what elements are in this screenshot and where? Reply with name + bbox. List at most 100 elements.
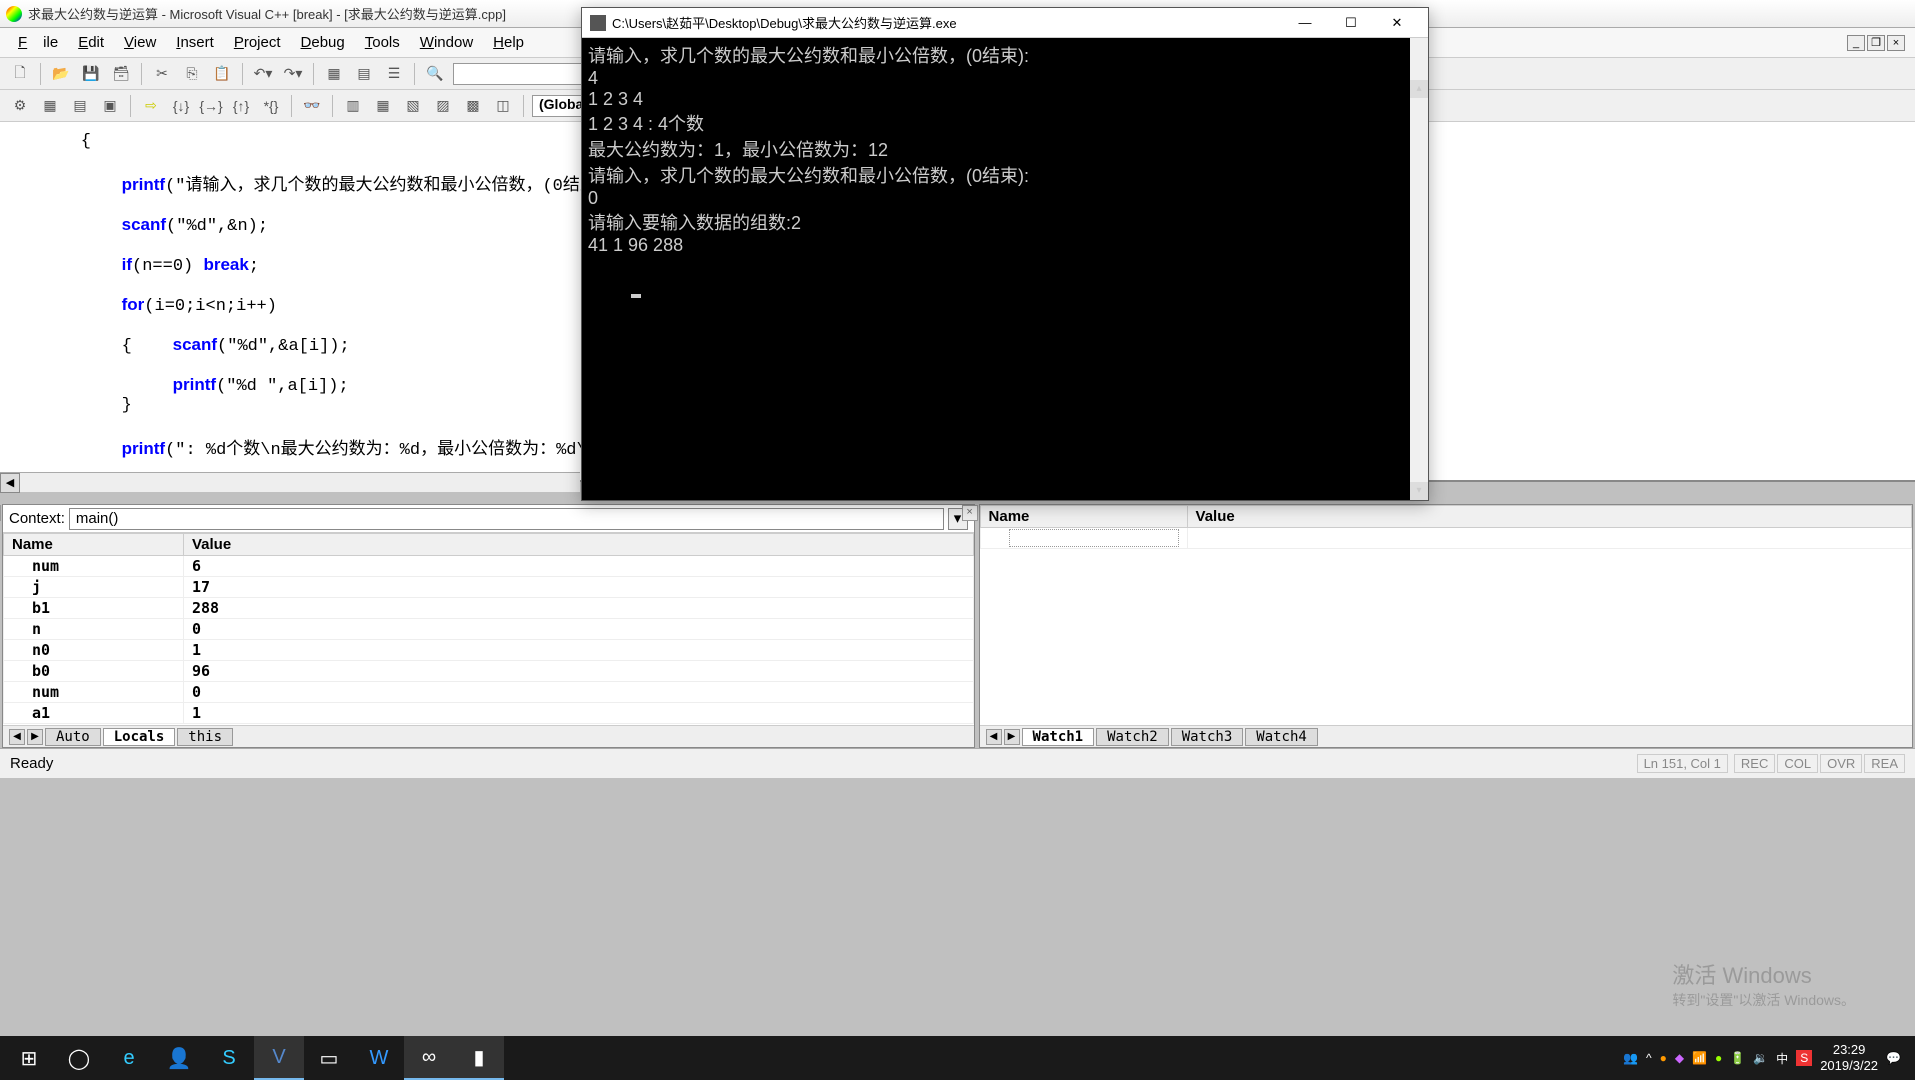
taskbar-app-console[interactable]: ▮ (454, 1036, 504, 1080)
table-row[interactable]: b1288 (4, 598, 974, 619)
ime-indicator[interactable]: 中 (1776, 1050, 1788, 1067)
system-tray[interactable]: 👥 ^ ● ◆ 📶 ● 🔋 🔉 中 S 23:29 2019/3/22 💬 (1623, 1042, 1911, 1073)
tab-nav-right-icon[interactable]: ▶ (1004, 729, 1020, 745)
table-row[interactable]: num0 (4, 682, 974, 703)
start-button[interactable]: ⊞ (4, 1036, 54, 1080)
window-list-icon[interactable]: ☰ (382, 62, 406, 86)
tab-this[interactable]: this (177, 728, 233, 746)
mdi-minimize-button[interactable]: _ (1847, 35, 1865, 51)
redo-icon[interactable]: ↷▾ (281, 62, 305, 86)
callstack-window-icon[interactable]: ▩ (461, 94, 485, 118)
mdi-close-button[interactable]: × (1887, 35, 1905, 51)
table-row[interactable]: j17 (4, 577, 974, 598)
taskbar[interactable]: ⊞ ◯ e 👤 S V ▭ W ∞ ▮ 👥 ^ ● ◆ 📶 ● 🔋 🔉 中 S … (0, 1036, 1915, 1080)
menu-tools[interactable]: Tools (357, 31, 408, 54)
table-row[interactable]: num6 (4, 556, 974, 577)
tray-caret-icon[interactable]: ^ (1646, 1051, 1652, 1065)
new-file-icon[interactable]: 🗋 (8, 62, 32, 86)
step-over-icon[interactable]: {→} (199, 94, 223, 118)
disassembly-window-icon[interactable]: ◫ (491, 94, 515, 118)
clock[interactable]: 23:29 2019/3/22 (1820, 1042, 1878, 1073)
output-icon[interactable]: ▤ (352, 62, 376, 86)
tab-watch4[interactable]: Watch4 (1245, 728, 1318, 746)
workspace-icon[interactable]: ▦ (322, 62, 346, 86)
open-icon[interactable]: 📂 (49, 62, 73, 86)
menu-file[interactable]: File (10, 31, 66, 54)
table-row[interactable]: a11 (4, 703, 974, 724)
tab-watch1[interactable]: Watch1 (1022, 728, 1095, 746)
table-row[interactable]: n01 (4, 640, 974, 661)
panel-close-icon[interactable]: × (962, 505, 978, 521)
watch-window-icon[interactable]: ▥ (341, 94, 365, 118)
tab-watch3[interactable]: Watch3 (1171, 728, 1244, 746)
console-window[interactable]: C:\Users\赵茹平\Desktop\Debug\求最大公约数与逆运算.ex… (581, 7, 1429, 501)
tab-locals[interactable]: Locals (103, 728, 176, 746)
memory-window-icon[interactable]: ▨ (431, 94, 455, 118)
console-maximize-button[interactable]: ☐ (1328, 9, 1374, 37)
tab-nav-left-icon[interactable]: ◀ (9, 729, 25, 745)
undo-icon[interactable]: ↶▾ (251, 62, 275, 86)
menu-view[interactable]: View (116, 31, 164, 54)
volume-icon[interactable]: 🔉 (1753, 1051, 1768, 1065)
menu-insert[interactable]: Insert (168, 31, 222, 54)
console-minimize-button[interactable]: — (1282, 9, 1328, 37)
people-icon[interactable]: 👥 (1623, 1051, 1638, 1065)
menu-window[interactable]: Window (412, 31, 481, 54)
cortana-icon[interactable]: ◯ (54, 1036, 104, 1080)
taskbar-app-browser[interactable]: S (204, 1036, 254, 1080)
variables-table[interactable]: NameValue num6j17b1288n0n01b096num0a11 (3, 533, 974, 725)
tray-icon-1[interactable]: ● (1660, 1051, 1667, 1065)
build-icon[interactable]: ▦ (38, 94, 62, 118)
step-out-icon[interactable]: {↑} (229, 94, 253, 118)
notifications-icon[interactable]: 💬 (1886, 1051, 1901, 1065)
ie-icon[interactable]: e (104, 1036, 154, 1080)
variables-window-icon[interactable]: ▦ (371, 94, 395, 118)
quickwatch-icon[interactable]: 👓 (300, 94, 324, 118)
taskbar-app-wps[interactable]: W (354, 1036, 404, 1080)
execute-icon[interactable]: ▣ (98, 94, 122, 118)
tab-nav-right-icon[interactable]: ▶ (27, 729, 43, 745)
tray-icon-3[interactable]: ● (1715, 1051, 1722, 1065)
console-titlebar[interactable]: C:\Users\赵茹平\Desktop\Debug\求最大公约数与逆运算.ex… (582, 8, 1428, 38)
editor-hscroll[interactable]: ◀ (0, 472, 580, 492)
table-row[interactable]: n0 (4, 619, 974, 640)
paste-icon[interactable]: 📋 (210, 62, 234, 86)
battery-icon[interactable]: 🔋 (1730, 1051, 1745, 1065)
tab-auto[interactable]: Auto (45, 728, 101, 746)
watch-entry-input[interactable] (1009, 529, 1179, 547)
scroll-left-icon[interactable]: ◀ (0, 473, 20, 493)
scroll-down-icon[interactable]: ▾ (1410, 482, 1428, 500)
menu-edit[interactable]: Edit (70, 31, 112, 54)
tray-icon-2[interactable]: ◆ (1675, 1051, 1684, 1065)
panel-close-icon[interactable]: × (0, 505, 1, 521)
ime-icon[interactable]: S (1796, 1050, 1812, 1066)
run-to-cursor-icon[interactable]: *{} (259, 94, 283, 118)
console-output[interactable]: 请输入，求几个数的最大公约数和最小公倍数，(0结束): 4 1 2 3 4 1 … (582, 38, 1428, 500)
console-vscroll[interactable]: ▴ ▾ (1410, 38, 1428, 500)
copy-icon[interactable]: ⎘ (180, 62, 204, 86)
save-all-icon[interactable]: 🗃 (109, 62, 133, 86)
registers-window-icon[interactable]: ▧ (401, 94, 425, 118)
stop-build-icon[interactable]: ▤ (68, 94, 92, 118)
tab-watch2[interactable]: Watch2 (1096, 728, 1169, 746)
taskview-icon[interactable]: ▭ (304, 1036, 354, 1080)
go-icon[interactable]: ⇨ (139, 94, 163, 118)
context-input[interactable] (69, 508, 944, 530)
mdi-restore-button[interactable]: ❐ (1867, 35, 1885, 51)
taskbar-app-vc[interactable]: ∞ (404, 1036, 454, 1080)
menu-debug[interactable]: Debug (293, 31, 353, 54)
scroll-up-icon[interactable]: ▴ (1410, 80, 1428, 98)
save-icon[interactable]: 💾 (79, 62, 103, 86)
compile-icon[interactable]: ⚙ (8, 94, 32, 118)
step-into-icon[interactable]: {↓} (169, 94, 193, 118)
taskbar-app-avatar[interactable]: 👤 (154, 1036, 204, 1080)
console-close-button[interactable]: ✕ (1374, 9, 1420, 37)
menu-project[interactable]: Project (226, 31, 289, 54)
find-in-files-icon[interactable]: 🔍 (423, 62, 447, 86)
table-row[interactable]: b096 (4, 661, 974, 682)
wifi-icon[interactable]: 📶 (1692, 1051, 1707, 1065)
watch-table[interactable]: NameValue (980, 505, 1912, 725)
tab-nav-left-icon[interactable]: ◀ (986, 729, 1002, 745)
cut-icon[interactable]: ✂ (150, 62, 174, 86)
menu-help[interactable]: Help (485, 31, 532, 54)
